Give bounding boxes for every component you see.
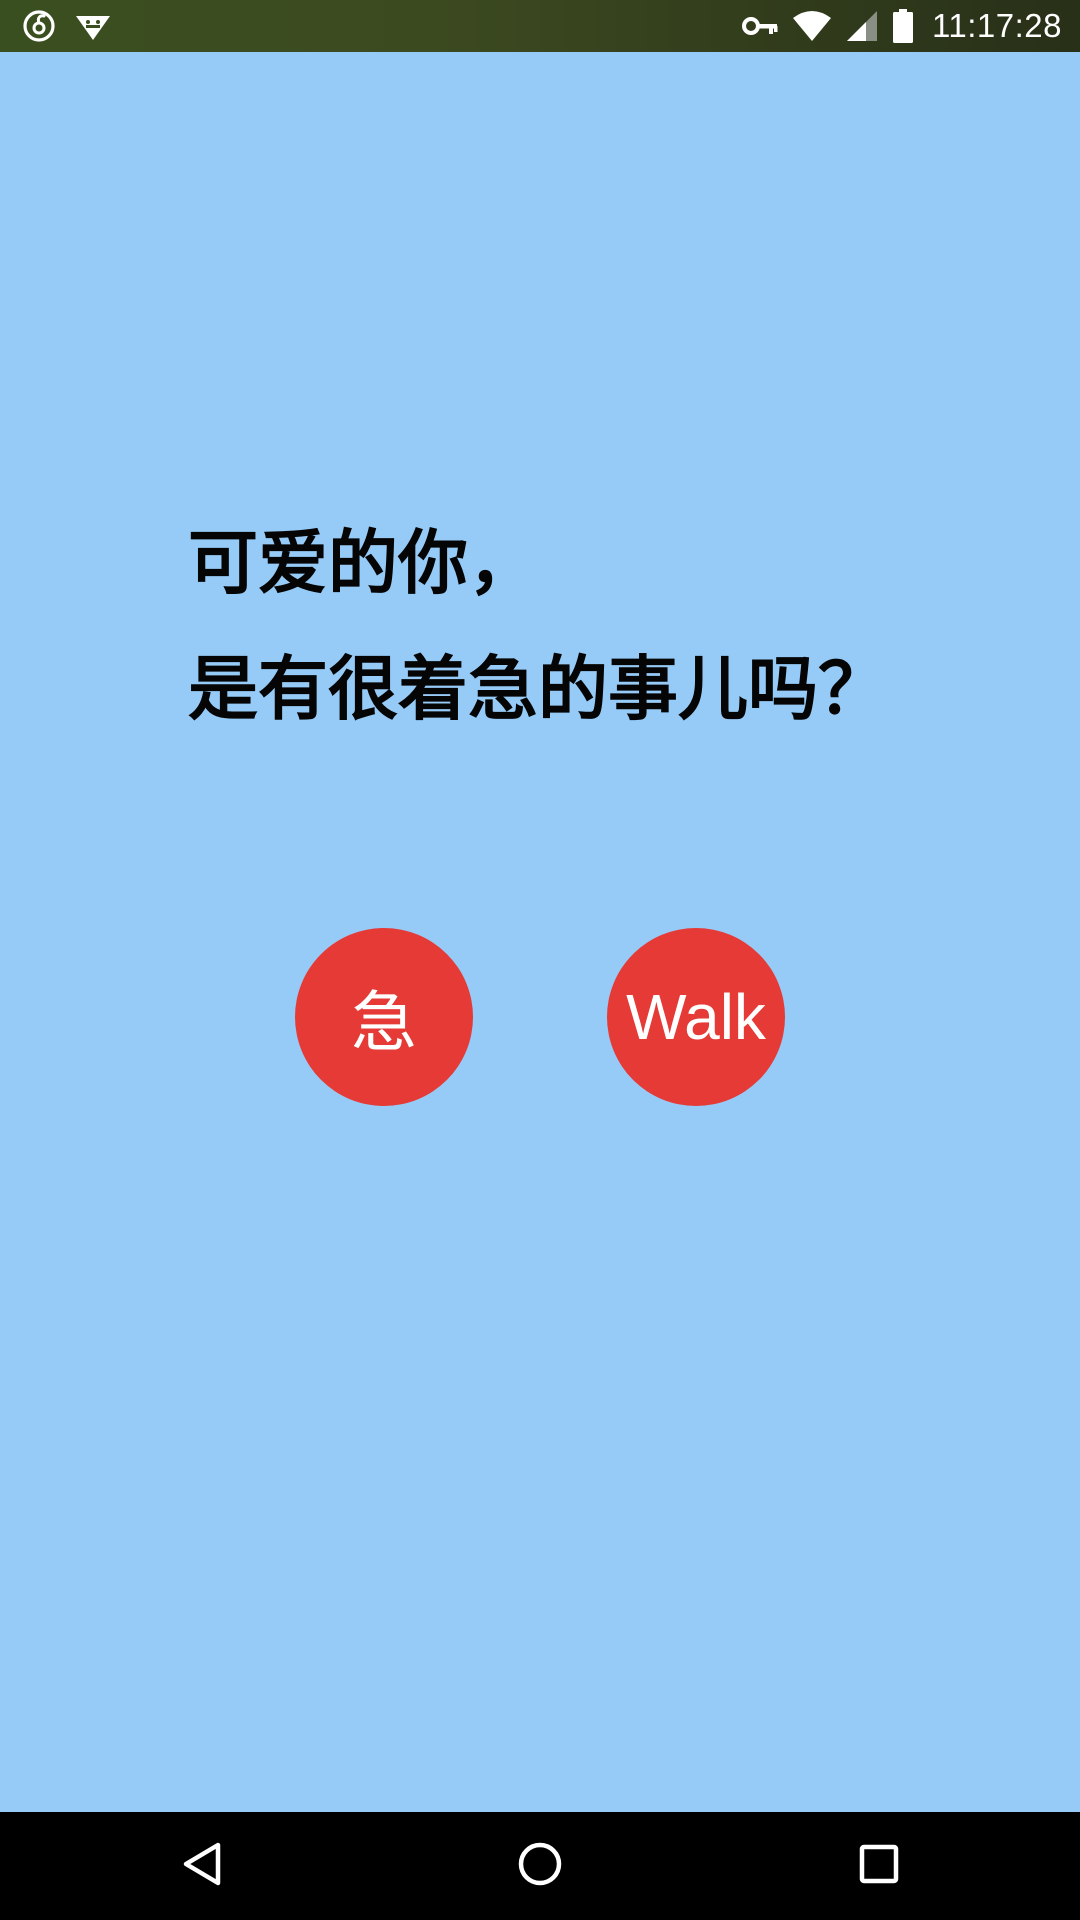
home-icon [517,1841,563,1891]
urgent-button[interactable]: 急 [295,928,473,1106]
back-button[interactable] [162,1826,242,1906]
back-icon [180,1841,224,1891]
android-debug-icon [74,10,112,42]
status-system: 11:17:28 [741,0,1062,52]
recents-button[interactable] [839,1826,919,1906]
home-button[interactable] [500,1826,580,1906]
wifi-icon [792,10,832,42]
recents-icon [859,1844,899,1888]
vpn-key-icon [741,15,778,37]
question-line-2: 是有很着急的事儿吗？ [188,648,888,730]
walk-button[interactable]: Walk [607,928,785,1106]
app-screen: 11:17:28 可爱的你， 是有很着急的事儿吗？ 急 Walk [0,0,1080,1920]
netease-music-icon [22,9,56,43]
cell-signal-icon [846,10,878,42]
status-bar: 11:17:28 [0,0,1080,52]
navigation-bar [0,1812,1080,1920]
status-clock: 11:17:28 [931,7,1062,44]
question-line-1: 可爱的你， [188,522,538,604]
question-text: 可爱的你， 是有很着急的事儿吗？ [188,500,1008,752]
battery-icon [892,9,914,43]
status-notifications [22,0,112,52]
